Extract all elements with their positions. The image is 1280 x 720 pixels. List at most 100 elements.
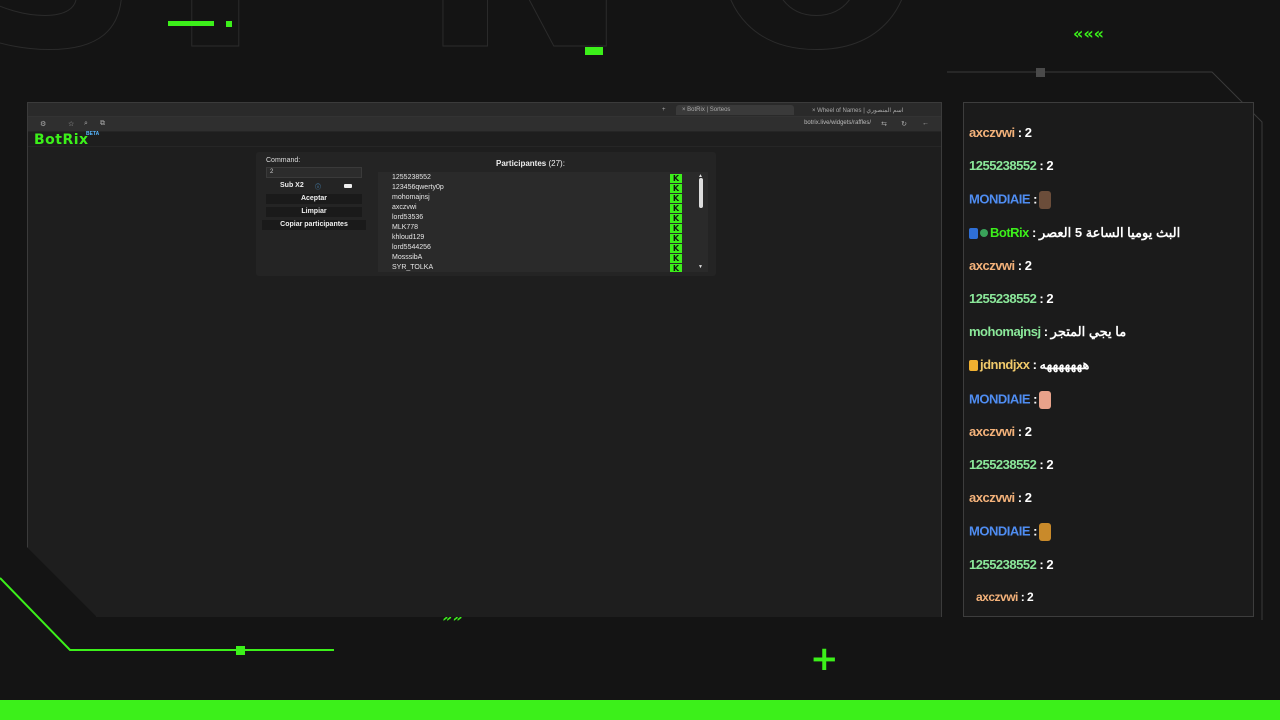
chat-message: axczvwi : 2 (969, 490, 1032, 506)
scroll-down-icon[interactable]: ▼ (698, 264, 703, 270)
tab-botrix-sorteos[interactable]: × BotRix | Sorteos (676, 105, 794, 115)
clear-button[interactable]: Limpiar (266, 207, 362, 217)
chat-text: : 2 (1014, 490, 1032, 506)
chat-text: : 2 (1036, 291, 1054, 306)
emote-icon (1038, 390, 1051, 409)
botrix-page: BotRix BETA Command: 2 Sub X2 ⓘ Aceptar … (28, 131, 941, 617)
chat-message: 1255238552 : 2 (969, 158, 1054, 173)
kick-icon[interactable]: K (670, 184, 682, 193)
kick-icon[interactable]: K (670, 234, 682, 243)
participants-count: (27): (548, 159, 565, 168)
kick-icon[interactable]: K (670, 174, 682, 183)
chat-message: BotRix : البث يوميا الساعة 5 العصر (969, 224, 1181, 241)
participants-title: Participantes (27): (496, 159, 565, 168)
header-divider (28, 146, 941, 147)
sub-x2-label: Sub X2 (280, 182, 304, 189)
verified-badge-icon (980, 229, 988, 238)
participant-row: khloud129 K (378, 233, 688, 243)
emote-icon (1038, 191, 1051, 210)
chat-message: MONDIAIE : (969, 390, 1051, 409)
chat-panel: axczvwi : 2 1255238552 : 2 MONDIAIE : BotRi… (963, 102, 1254, 617)
tabs-icon[interactable]: ⇆ (881, 120, 887, 128)
kick-icon[interactable]: K (670, 214, 682, 223)
participant-name: lord53536 (392, 214, 424, 221)
accept-button[interactable]: Aceptar (266, 194, 362, 204)
screenshot-icon[interactable]: ⧉ (100, 120, 105, 128)
kick-icon[interactable]: K (670, 264, 682, 272)
participants-title-text: Participantes (496, 159, 547, 168)
chat-username[interactable]: MONDIAIE (969, 524, 1031, 539)
chat-text: : البث يوميا الساعة 5 العصر (1028, 224, 1181, 240)
settings-icon[interactable]: ⚙ (40, 120, 46, 128)
chat-message: 1255238552 : 2 (969, 291, 1054, 306)
plus-icon: + (810, 639, 839, 679)
chat-message: 1255238552 : 2 (969, 457, 1054, 472)
chat-username[interactable]: 1255238552 (969, 291, 1037, 306)
chat-username[interactable]: axczvwi (969, 490, 1015, 505)
copy-participants-button[interactable]: Copiar participantes (262, 220, 366, 230)
chat-username[interactable]: 1255238552 (969, 457, 1037, 472)
new-tab-button[interactable]: + (656, 105, 672, 115)
bottom-accent-bar (0, 700, 1280, 720)
star-icon[interactable]: ☆ (68, 120, 74, 128)
chat-message: axczvwi : 2 (969, 125, 1032, 140)
participants-scrollbar[interactable]: ▲ ▼ (698, 173, 704, 270)
chat-username[interactable]: MONDIAIE (969, 391, 1031, 406)
chat-text: : ما يجي المتجر (1040, 324, 1127, 340)
gold-badge-icon (969, 360, 978, 372)
participant-row: 123456qwerty0p K (378, 183, 688, 193)
participant-name: MLK778 (392, 224, 419, 231)
tab-strip: + × BotRix | Sorteos × Wheel of Names | … (28, 103, 941, 117)
chat-text: : (1030, 191, 1037, 207)
scroll-thumb[interactable] (699, 178, 703, 208)
participant-name: lord5544256 (392, 244, 431, 251)
participant-row: MosssibA K (378, 253, 688, 263)
address-bar: ⚙ ☆ ⌕ ⧉ botrix.live/widgets/raffles/ ⇆ ↻… (28, 117, 941, 132)
url-field[interactable]: botrix.live/widgets/raffles/ (804, 120, 871, 126)
chat-username[interactable]: 1255238552 (969, 557, 1037, 572)
participant-name: axczvwi (392, 204, 417, 211)
info-icon[interactable]: ⓘ (315, 182, 321, 191)
chat-message: MONDIAIE : (969, 523, 1051, 542)
kick-icon[interactable]: K (670, 204, 682, 213)
kick-icon[interactable]: K (670, 254, 682, 263)
chat-text: : هههههههه (1029, 357, 1090, 373)
participant-name: 123456qwerty0p (392, 184, 444, 191)
chat-message: jdnndjxx : هههههههه (969, 357, 1090, 373)
chat-username[interactable]: MONDIAIE (969, 192, 1031, 207)
raffle-widget: Command: 2 Sub X2 ⓘ Aceptar Limpiar Copi… (256, 152, 716, 276)
chat-text: : 2 (1014, 125, 1032, 140)
participant-row: lord53536 K (378, 213, 688, 223)
reload-icon[interactable]: ↻ (901, 120, 907, 128)
participants-list[interactable]: 1255238552 K 123456qwerty0p K mohomajnsj K … (378, 172, 708, 272)
sub-x2-toggle-row[interactable]: Sub X2 ⓘ (266, 181, 362, 191)
chevrons-left-icon: ««« (1073, 24, 1105, 43)
kick-icon[interactable]: K (670, 244, 682, 253)
browser-window: + × BotRix | Sorteos × Wheel of Names | … (27, 102, 942, 617)
chat-message: mohomajnsj : ما يجي المتجر (969, 324, 1127, 340)
kick-icon[interactable]: K (670, 224, 682, 233)
sub-x2-toggle[interactable] (344, 184, 352, 188)
chat-username[interactable]: axczvwi (969, 125, 1015, 140)
chat-message: 1255238552 : 2 (969, 556, 1054, 572)
chat-username[interactable]: 1255238552 (969, 158, 1037, 173)
back-icon[interactable]: ← (922, 120, 929, 127)
participant-name: khloud129 (392, 234, 425, 241)
search-icon[interactable]: ⌕ (84, 120, 88, 128)
tab-wheel-of-names[interactable]: × Wheel of Names | اسم المنصوري (806, 105, 936, 115)
command-input[interactable]: 2 (266, 167, 362, 178)
chat-message: axczvwi : 2 (976, 590, 1034, 604)
participant-name: 1255238552 (392, 174, 431, 181)
chat-username[interactable]: mohomajnsj (969, 324, 1041, 339)
chat-username[interactable]: BotRix (990, 225, 1029, 240)
chat-username[interactable]: axczvwi (969, 424, 1015, 439)
chat-username[interactable]: axczvwi (976, 590, 1018, 604)
chat-text: : 2 (1036, 556, 1054, 572)
chat-username[interactable]: jdnndjxx (980, 357, 1030, 372)
participant-row: MLK778 K (378, 223, 688, 233)
green-dash (168, 21, 214, 26)
kick-icon[interactable]: K (670, 194, 682, 203)
kick-badge-icon (969, 227, 978, 239)
chat-username[interactable]: axczvwi (969, 258, 1015, 273)
green-dot (226, 21, 232, 27)
